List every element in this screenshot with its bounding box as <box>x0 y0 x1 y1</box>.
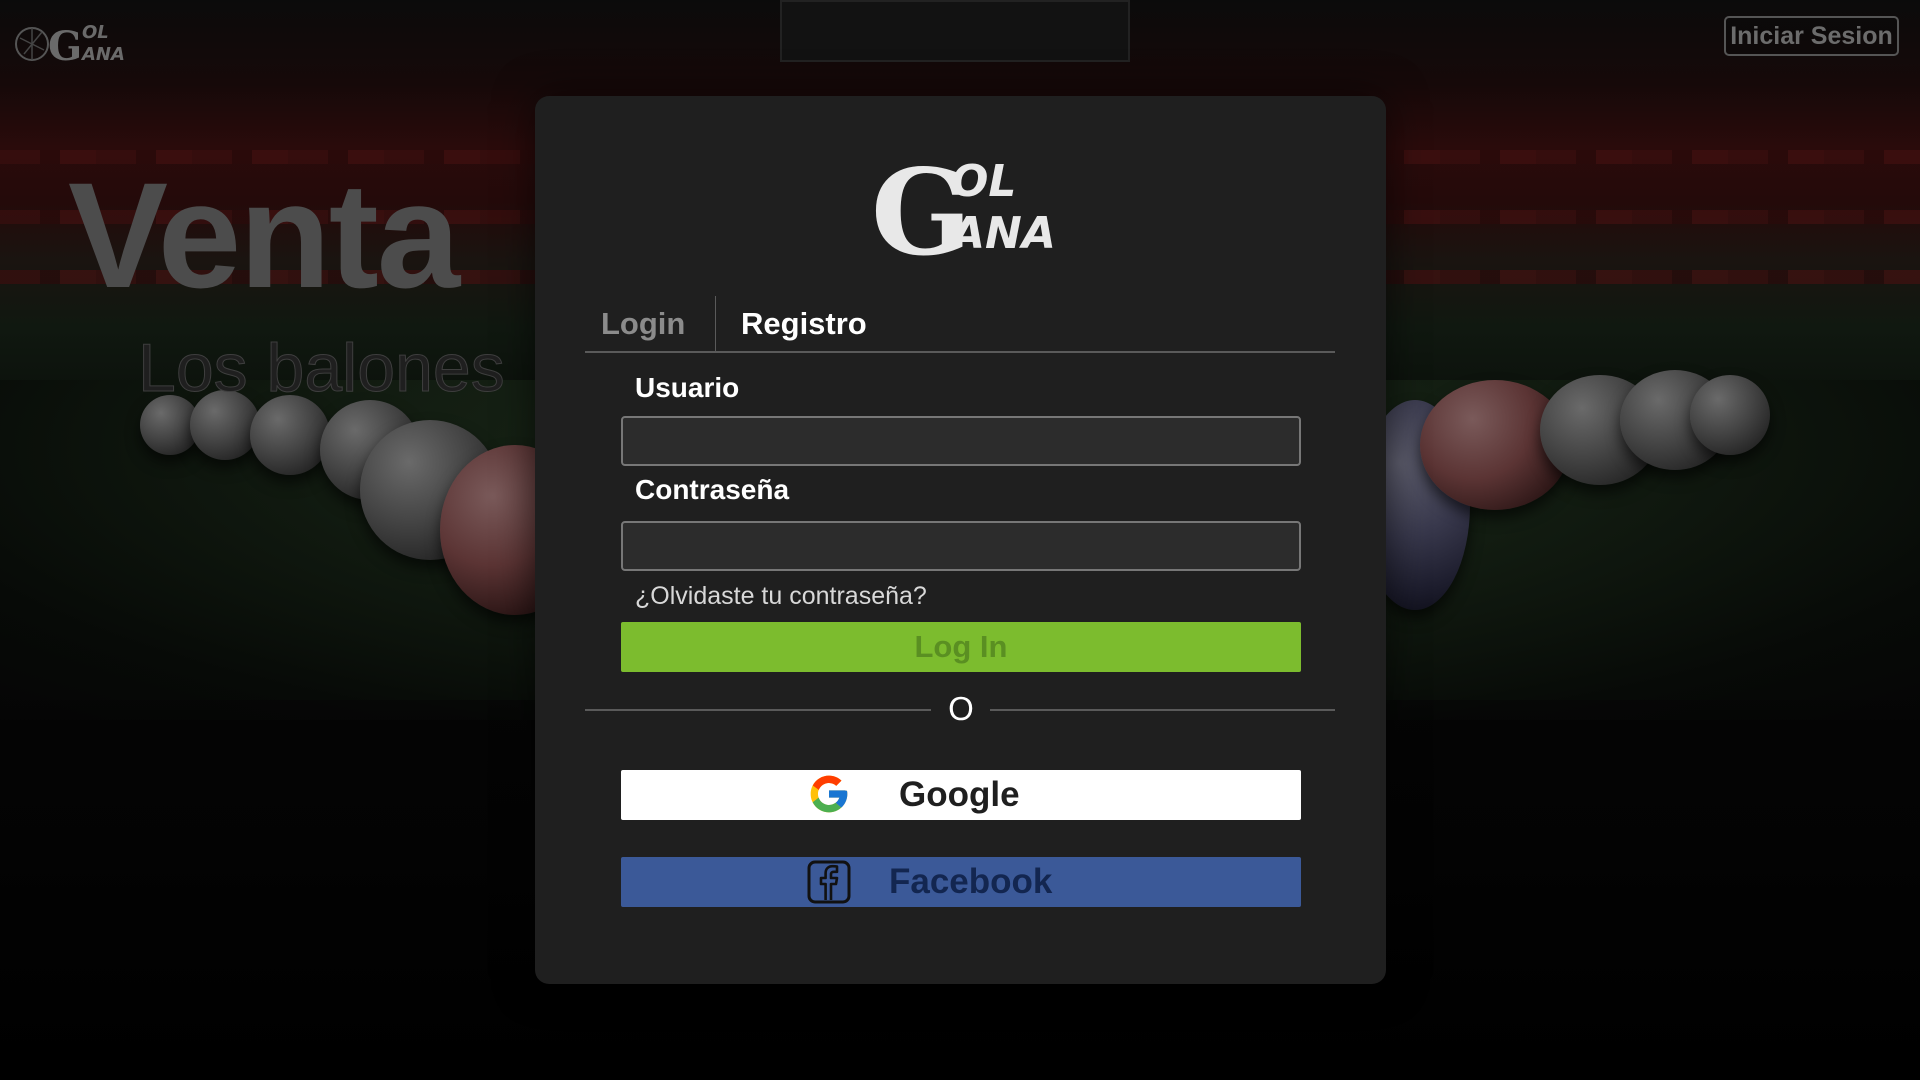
golgana-logo-icon[interactable]: G OL ANA <box>14 14 126 66</box>
facebook-icon <box>807 860 851 904</box>
ball <box>1690 375 1770 455</box>
separator-text: O <box>948 690 974 727</box>
tab-divider <box>715 296 716 351</box>
google-icon <box>810 775 848 813</box>
hero-subtitle: Los balones <box>138 330 506 406</box>
golgana-logo: G OL ANA <box>871 146 1053 264</box>
svg-text:OL: OL <box>82 22 109 43</box>
separator-line <box>585 709 931 711</box>
ball <box>250 395 330 475</box>
facebook-button-label: Facebook <box>889 862 1053 901</box>
svg-text:ANA: ANA <box>80 44 125 65</box>
google-login-button[interactable]: Google <box>621 770 1301 820</box>
forgot-password-link[interactable]: ¿Olvidaste tu contraseña? <box>635 582 927 611</box>
logo-letter: G <box>48 23 82 66</box>
header-login-button[interactable]: Iniciar Sesion <box>1724 16 1899 56</box>
svg-text:OL: OL <box>951 156 1016 207</box>
scoreboard <box>780 0 1130 62</box>
tab-registro[interactable]: Registro <box>741 296 867 351</box>
username-label: Usuario <box>635 372 740 403</box>
facebook-login-button[interactable]: Facebook <box>621 857 1301 907</box>
password-input[interactable] <box>621 521 1301 571</box>
auth-tabs: Login Registro <box>585 296 1335 353</box>
google-button-label: Google <box>899 775 1020 814</box>
username-input[interactable] <box>621 416 1301 466</box>
password-label: Contraseña <box>635 474 790 505</box>
login-button[interactable]: Log In <box>621 622 1301 672</box>
hero-title: Venta <box>68 151 460 319</box>
tab-login[interactable]: Login <box>601 296 685 351</box>
login-modal: G OL ANA Login Registro Usuario Contrase… <box>535 96 1386 984</box>
svg-text:ANA: ANA <box>948 208 1053 259</box>
separator-line <box>990 709 1335 711</box>
